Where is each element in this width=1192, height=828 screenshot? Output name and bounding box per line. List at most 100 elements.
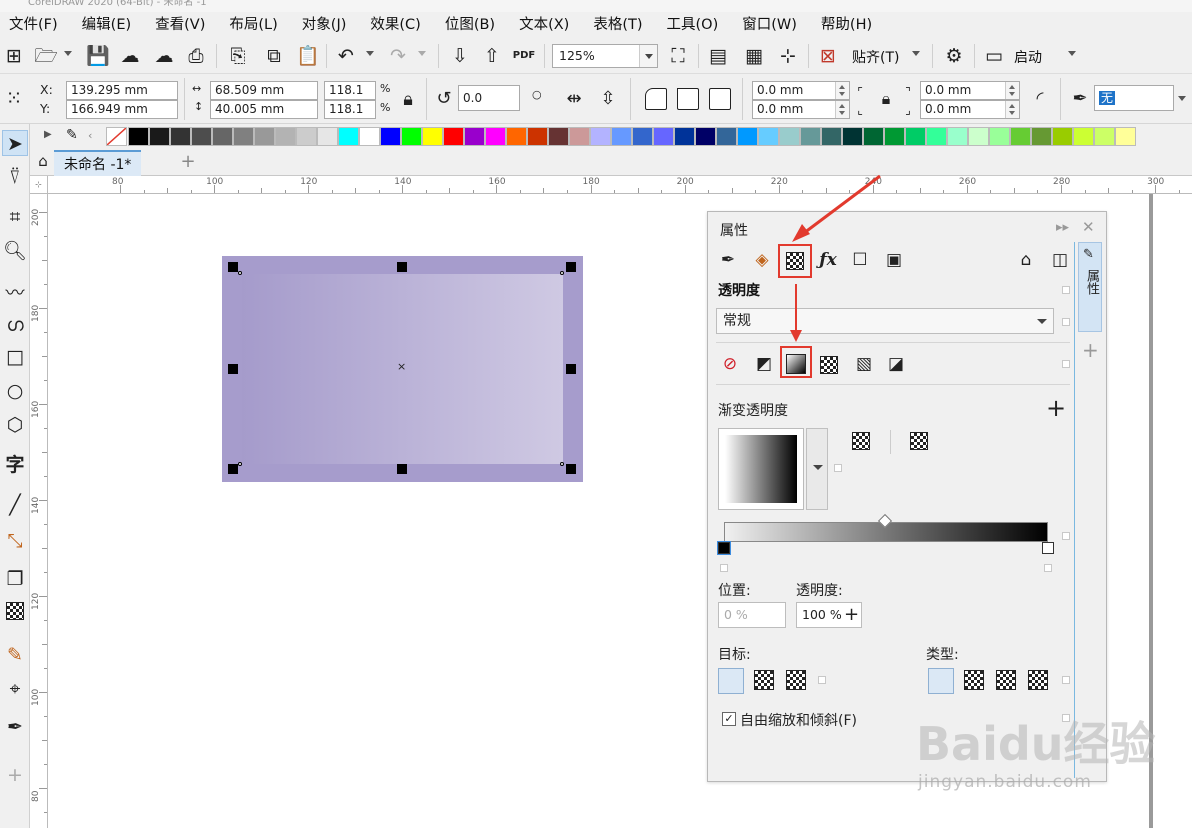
selection-handle-top-left[interactable] [228, 262, 238, 272]
color-swatch[interactable] [254, 127, 275, 146]
smart-fill-tool-icon[interactable]: ✒ [2, 714, 28, 740]
horizontal-ruler[interactable]: 80100120140160180200220240260280300 [48, 176, 1192, 194]
target-fill-and-outline-icon[interactable] [718, 668, 744, 694]
merge-mode-select[interactable]: 常规 [716, 308, 1054, 334]
eyedropper-tool-icon[interactable]: ✎ [2, 642, 28, 668]
lock-ratio-icon[interactable]: 🔒︎ [396, 88, 420, 112]
menu-table[interactable]: 表格(T) [584, 12, 651, 38]
height-input[interactable]: 40.005 mm [210, 100, 318, 119]
selection-handle-bottom-left[interactable] [228, 464, 238, 474]
color-swatch[interactable] [191, 127, 212, 146]
color-swatch[interactable] [464, 127, 485, 146]
corner-spinner[interactable] [1005, 101, 1019, 118]
undo-icon[interactable]: ↶ [334, 44, 358, 68]
color-swatch[interactable] [821, 127, 842, 146]
color-swatch[interactable] [653, 127, 674, 146]
gradient-end-node[interactable] [1042, 542, 1054, 554]
corner-node[interactable] [560, 271, 564, 275]
width-input[interactable]: 68.509 mm [210, 81, 318, 100]
selection-handle-left[interactable] [228, 364, 238, 374]
launch-button[interactable]: 启动 [1014, 47, 1042, 67]
color-swatch[interactable] [632, 127, 653, 146]
vertical-ruler[interactable]: 200 180 160 140 120 100 80 [30, 194, 48, 828]
color-swatch[interactable] [884, 127, 905, 146]
polygon-tool-icon[interactable]: ⬡ [2, 412, 28, 438]
section-toggle[interactable] [834, 464, 842, 472]
parallel-dimension-tool-icon[interactable]: ╱ [2, 492, 28, 518]
color-swatch[interactable] [716, 127, 737, 146]
color-swatch[interactable] [842, 127, 863, 146]
outline-pen-icon[interactable]: ✒ [1068, 87, 1092, 111]
node-position-input[interactable]: 0 % [718, 602, 786, 628]
color-swatch[interactable] [863, 127, 884, 146]
color-swatch[interactable] [569, 127, 590, 146]
outline-width-select[interactable]: 无 [1094, 85, 1174, 111]
transparency-slider-icon[interactable]: + [844, 604, 859, 625]
menu-layout[interactable]: 布局(L) [220, 12, 286, 38]
color-swatch[interactable] [233, 127, 254, 146]
outline-pen-icon[interactable]: ✒ [716, 248, 740, 272]
gear-icon[interactable]: ⚙ [942, 44, 966, 68]
export-icon[interactable]: ⇧ [480, 44, 504, 68]
target-outline-icon[interactable] [786, 670, 806, 690]
target-fill-icon[interactable] [754, 670, 774, 690]
color-swatch[interactable] [296, 127, 317, 146]
color-swatch[interactable] [758, 127, 779, 146]
color-swatch[interactable] [779, 127, 800, 146]
reference-point-icon[interactable]: ⁙ [2, 86, 26, 110]
vector-pattern-transparency-icon[interactable] [820, 356, 838, 374]
open-dropdown-arrow[interactable] [64, 51, 72, 56]
section-toggle[interactable] [1062, 286, 1070, 294]
color-swatch[interactable] [926, 127, 947, 146]
linear-gradient-type-icon[interactable] [928, 668, 954, 694]
section-toggle[interactable] [1062, 318, 1070, 326]
corner-spinner[interactable] [835, 82, 849, 99]
color-swatch[interactable] [338, 127, 359, 146]
color-swatch[interactable] [443, 127, 464, 146]
full-screen-icon[interactable]: ⛶ [666, 44, 690, 68]
color-swatch[interactable] [968, 127, 989, 146]
corner-spinner[interactable] [1005, 82, 1019, 99]
color-swatch[interactable] [947, 127, 968, 146]
snap-dropdown-arrow[interactable] [912, 51, 920, 56]
show-rulers-icon[interactable]: ▤ [706, 44, 730, 68]
add-preset-icon[interactable]: + [1044, 396, 1068, 420]
gradient-start-node[interactable] [717, 541, 731, 555]
page-frame-icon[interactable]: ⌂ [1014, 248, 1038, 272]
edit-transparency-icon[interactable] [910, 432, 928, 450]
menu-bitmaps[interactable]: 位图(B) [436, 12, 504, 38]
show-guidelines-icon[interactable]: ⊹ [776, 44, 800, 68]
color-swatch[interactable] [149, 127, 170, 146]
two-color-pattern-transparency-icon[interactable]: ◪ [884, 352, 908, 376]
crop-tool-icon[interactable]: ⌗ [2, 204, 28, 230]
drop-shadow-tool-icon[interactable]: ❐ [2, 566, 28, 592]
rotation-input[interactable]: 0.0 [458, 85, 520, 111]
artistic-media-tool-icon[interactable]: ഗ [2, 312, 28, 338]
launch-dropdown-arrow[interactable] [1068, 51, 1076, 56]
transparency-pattern-icon[interactable] [852, 432, 870, 450]
paste-icon[interactable]: 📋 [296, 44, 320, 68]
color-swatch[interactable] [1031, 127, 1052, 146]
new-document-icon[interactable]: ⊞ [2, 44, 26, 68]
corner-node[interactable] [560, 462, 564, 466]
color-swatch[interactable] [590, 127, 611, 146]
color-swatch[interactable] [548, 127, 569, 146]
redo-dropdown-arrow[interactable] [418, 51, 426, 56]
color-swatch[interactable] [674, 127, 695, 146]
menu-object[interactable]: 对象(J) [293, 12, 356, 38]
color-swatch[interactable] [737, 127, 758, 146]
elliptical-gradient-type-icon[interactable] [964, 670, 984, 690]
conical-gradient-type-icon[interactable] [996, 670, 1016, 690]
color-swatch[interactable] [401, 127, 422, 146]
redo-icon[interactable]: ↷ [386, 44, 410, 68]
fill-bucket-icon[interactable]: ◈ [750, 248, 774, 272]
corner-radius-top-right-input[interactable]: 0.0 mm [920, 81, 1020, 100]
pdf-export-icon[interactable]: PDF [512, 44, 536, 68]
color-swatch[interactable] [695, 127, 716, 146]
import-icon[interactable]: ⇩ [448, 44, 472, 68]
color-swatch[interactable] [527, 127, 548, 146]
snap-to-button[interactable]: 贴齐(T) [852, 47, 899, 67]
open-folder-icon[interactable]: 🗁 [34, 44, 58, 68]
section-toggle[interactable] [1062, 532, 1070, 540]
relative-corner-scaling-icon[interactable]: ◜ [1028, 87, 1052, 111]
